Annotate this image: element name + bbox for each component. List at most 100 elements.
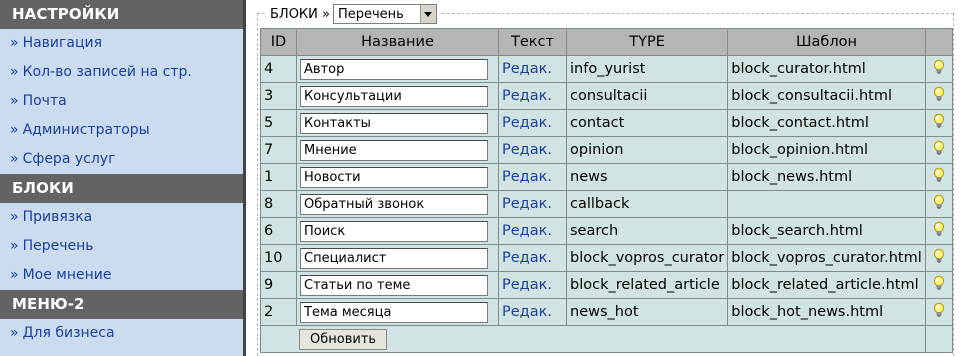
- edit-text-link[interactable]: Редак.: [502, 142, 552, 158]
- cell-template: block_hot_news.html: [727, 298, 926, 326]
- block-name-input[interactable]: Новости: [300, 166, 488, 188]
- cell-type: search: [565, 217, 729, 245]
- cell-text: Редак.: [498, 82, 567, 110]
- cell-name: Автор: [296, 55, 499, 83]
- lightbulb-icon[interactable]: [933, 167, 945, 187]
- lightbulb-icon[interactable]: [933, 86, 945, 106]
- cell-template: block_consultacii.html: [727, 82, 926, 110]
- block-name-input[interactable]: Статьи по теме: [300, 274, 488, 296]
- lightbulb-icon[interactable]: [933, 140, 945, 160]
- sidebar-item-prefix: »: [10, 325, 19, 341]
- cell-text: Редак.: [498, 217, 567, 245]
- cell-text: Редак.: [498, 55, 567, 83]
- lightbulb-icon[interactable]: [933, 113, 945, 133]
- sidebar-item[interactable]: » Мое мнение: [0, 261, 243, 290]
- cell-name: Специалист: [296, 244, 499, 272]
- sidebar-item[interactable]: » Перечень: [0, 232, 243, 261]
- block-name-input[interactable]: Обратный звонок: [300, 193, 488, 215]
- sidebar-item[interactable]: » Привязка: [0, 203, 243, 232]
- column-header-type[interactable]: TYPE: [565, 28, 729, 56]
- cell-icon: [924, 109, 953, 137]
- table-row: 6 Поиск Редак. search block_search.html: [260, 217, 953, 245]
- chevron-down-icon[interactable]: [419, 5, 436, 23]
- footer-cell: Обновить: [260, 325, 926, 353]
- table-row: 5 Контакты Редак. contact block_contact.html: [260, 109, 953, 137]
- sidebar-item-prefix: »: [10, 64, 19, 80]
- edit-text-link[interactable]: Редак.: [502, 88, 552, 104]
- lightbulb-icon[interactable]: [933, 194, 945, 214]
- sidebar-item[interactable]: » Администраторы: [0, 116, 243, 145]
- cell-name: Консультации: [296, 82, 499, 110]
- column-header-name[interactable]: Название: [296, 28, 499, 56]
- cell-template: block_opinion.html: [727, 136, 926, 164]
- cell-icon: [924, 190, 953, 218]
- sidebar-item[interactable]: » Для бизнеса: [0, 319, 243, 348]
- lightbulb-icon[interactable]: [933, 59, 945, 79]
- block-view-select[interactable]: Перечень: [332, 4, 437, 24]
- lightbulb-icon[interactable]: [933, 275, 945, 295]
- cell-name: Новости: [296, 163, 499, 191]
- cell-icon: [924, 271, 953, 299]
- block-name-input[interactable]: Контакты: [300, 112, 488, 134]
- sidebar-item[interactable]: » Кол-во записей на стр.: [0, 58, 243, 87]
- edit-text-link[interactable]: Редак.: [502, 277, 552, 293]
- cell-icon: [924, 244, 953, 272]
- table-row: 1 Новости Редак. news block_news.html: [260, 163, 953, 191]
- table-footer-row: Обновить: [260, 325, 953, 353]
- cell-text: Редак.: [498, 190, 567, 218]
- cell-id: 10: [260, 244, 297, 272]
- cell-text: Редак.: [498, 244, 567, 272]
- column-header-template[interactable]: Шаблон: [727, 28, 926, 56]
- cell-type: block_related_article: [565, 271, 729, 299]
- cell-template: block_news.html: [727, 163, 926, 191]
- edit-text-link[interactable]: Редак.: [502, 61, 552, 77]
- block-name-input[interactable]: Тема месяца: [300, 301, 488, 323]
- cell-icon: [924, 298, 953, 326]
- sidebar: НАСТРОЙКИ» Навигация» Кол-во записей на ст…: [0, 0, 243, 356]
- block-name-input[interactable]: Автор: [300, 58, 488, 80]
- block-name-input[interactable]: Специалист: [300, 247, 488, 269]
- cell-id: 6: [260, 217, 297, 245]
- cell-icon: [924, 55, 953, 83]
- cell-template: block_vopros_curator.html: [727, 244, 926, 272]
- cell-id: 2: [260, 298, 297, 326]
- update-button[interactable]: Обновить: [299, 328, 388, 350]
- cell-name: Контакты: [296, 109, 499, 137]
- edit-text-link[interactable]: Редак.: [502, 196, 552, 212]
- column-header-text[interactable]: Текст: [498, 28, 567, 56]
- cell-name: Тема месяца: [296, 298, 499, 326]
- footer-icon-cell: [924, 325, 953, 353]
- block-name-input[interactable]: Консультации: [300, 85, 488, 107]
- block-name-input[interactable]: Поиск: [300, 220, 488, 242]
- cell-type: block_vopros_curator: [565, 244, 729, 272]
- edit-text-link[interactable]: Редак.: [502, 223, 552, 239]
- edit-text-link[interactable]: Редак.: [502, 169, 552, 185]
- table-row: 4 Автор Редак. info_yurist block_curator.htm…: [260, 55, 953, 83]
- column-header-id[interactable]: ID: [260, 28, 297, 56]
- edit-text-link[interactable]: Редак.: [502, 304, 552, 320]
- cell-icon: [924, 163, 953, 191]
- sidebar-item[interactable]: » Навигация: [0, 29, 243, 58]
- lightbulb-icon[interactable]: [933, 302, 945, 322]
- sidebar-section-header: БЛОКИ: [0, 174, 243, 203]
- sidebar-item-prefix: »: [10, 35, 19, 51]
- block-name-input[interactable]: Мнение: [300, 139, 488, 161]
- table-row: 2 Тема месяца Редак. news_hot block_hot_news…: [260, 298, 953, 326]
- sidebar-item-label: Сфера услуг: [22, 151, 116, 167]
- sidebar-item-label: Привязка: [22, 209, 93, 225]
- blocks-legend: БЛОКИ » Перечень: [267, 4, 439, 24]
- blocks-label: БЛОКИ »: [270, 6, 330, 22]
- cell-template: [727, 190, 926, 218]
- cell-type: consultacii: [565, 82, 729, 110]
- sidebar-section-header: МЕНЮ-2: [0, 290, 243, 319]
- edit-text-link[interactable]: Редак.: [502, 250, 552, 266]
- sidebar-item-label: Навигация: [22, 35, 103, 51]
- cell-icon: [924, 82, 953, 110]
- sidebar-item[interactable]: » Сфера услуг: [0, 145, 243, 174]
- lightbulb-icon[interactable]: [933, 221, 945, 241]
- cell-id: 1: [260, 163, 297, 191]
- cell-template: block_contact.html: [727, 109, 926, 137]
- sidebar-item[interactable]: » Почта: [0, 87, 243, 116]
- lightbulb-icon[interactable]: [933, 248, 945, 268]
- edit-text-link[interactable]: Редак.: [502, 115, 552, 131]
